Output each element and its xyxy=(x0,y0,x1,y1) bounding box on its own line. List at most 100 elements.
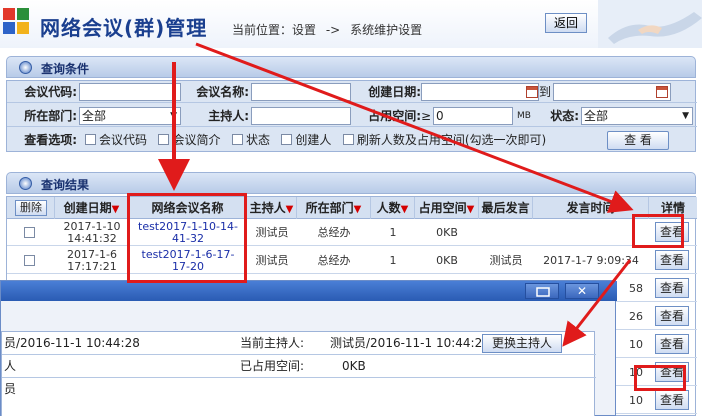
row-dept: 总经办 xyxy=(317,225,351,239)
row-speak-time-partial: 26 xyxy=(629,309,643,323)
col-created[interactable]: 创建日期▼ xyxy=(55,197,129,219)
col-select: 删除 xyxy=(7,197,55,219)
option-creator-checkbox[interactable]: 创建人 xyxy=(281,133,331,147)
annotation-box-name-column xyxy=(127,193,247,283)
breadcrumb: 当前位置：设置 -> 系统维护设置 xyxy=(232,21,428,38)
row-speak-time: 2017-1-7 9:09:34 xyxy=(543,253,639,267)
row-speak-time-partial: 10 xyxy=(629,337,643,351)
host-input[interactable] xyxy=(251,107,351,125)
close-icon[interactable]: ✕ xyxy=(565,283,599,299)
breadcrumb-page: 系统维护设置 xyxy=(350,23,423,37)
row-count: 1 xyxy=(389,225,397,239)
back-button[interactable]: 返回 xyxy=(545,13,587,33)
col-dept[interactable]: 所在部门▼ xyxy=(297,197,371,219)
date-to-input[interactable] xyxy=(553,83,671,101)
date-from-input[interactable] xyxy=(421,83,539,101)
space-label: 占用空间: xyxy=(368,109,421,123)
calendar-to-icon[interactable] xyxy=(656,86,668,98)
row-last: 测试员 xyxy=(489,253,523,267)
maximize-icon[interactable] xyxy=(525,283,559,299)
row-space: 0KB xyxy=(436,253,458,267)
dialog-body: 员/2016-11-1 10:44:28 当前主持人: 测试员/2016-11-… xyxy=(1,331,596,416)
table-row: 2017-1-10 14:41:32 test2017-1-10-14- 41-32… xyxy=(7,219,697,246)
dept-select[interactable]: 全部 xyxy=(79,107,181,125)
option-code-checkbox[interactable]: 会议代码 xyxy=(85,133,147,147)
created-label: 创建日期: xyxy=(368,85,421,99)
sort-arrow-icon: ▼ xyxy=(400,204,409,215)
options-group: 会议代码 会议简介 状态 创建人 刷新人数及占用空间(勾选一次即可) xyxy=(85,129,546,151)
options-label: 查看选项: xyxy=(24,133,77,147)
status-label: 状态: xyxy=(550,109,579,123)
query-section-header: 查询条件 xyxy=(6,56,696,78)
dialog-row-3: 员 xyxy=(2,378,596,401)
page-title: 网络会议(群)管理 xyxy=(40,16,208,40)
sort-arrow-icon: ▼ xyxy=(466,204,475,215)
meeting-name-input[interactable] xyxy=(251,83,351,101)
query-section-title: 查询条件 xyxy=(41,62,90,76)
option-refresh-checkbox[interactable]: 刷新人数及占用空间(勾选一次即可) xyxy=(342,133,546,147)
annotation-box-view-button-2 xyxy=(634,365,686,391)
row-last xyxy=(479,219,533,246)
handshake-banner-icon xyxy=(598,0,702,48)
row-checkbox[interactable] xyxy=(24,227,35,238)
row-checkbox[interactable] xyxy=(24,255,35,266)
row-dept: 总经办 xyxy=(317,253,351,267)
search-button[interactable]: 查 看 xyxy=(607,131,669,150)
section-bullet-icon xyxy=(19,177,32,190)
table-row: 2017-1-6 17:17:21 test2017-1-6-17- 17-20 测… xyxy=(7,247,697,274)
results-section-header: 查询结果 xyxy=(6,172,696,194)
space-unit: MB xyxy=(517,111,531,121)
space-operator: ≥ xyxy=(421,109,432,123)
status-select[interactable]: 全部 xyxy=(581,107,693,125)
query-row-3: 查看选项: 会议代码 会议简介 状态 创建人 刷新人数及占用空间(勾选一次即可)… xyxy=(7,129,697,151)
breadcrumb-arrow: -> xyxy=(325,23,341,37)
host-label: 主持人: xyxy=(208,109,249,123)
code-label: 会议代码: xyxy=(24,85,77,99)
row3-value: 员 xyxy=(4,382,17,396)
change-host-button[interactable]: 更换主持人 xyxy=(482,334,562,353)
row-speak-time-partial: 58 xyxy=(629,281,643,295)
option-status-checkbox[interactable]: 状态 xyxy=(231,133,270,147)
detail-dialog: ✕ 员/2016-11-1 10:44:28 当前主持人: 测试员/2016-1… xyxy=(0,280,617,416)
row-host: 测试员 xyxy=(255,253,289,267)
view-detail-button[interactable]: 查看 xyxy=(655,390,689,410)
row-created: 2017-1-6 17:17:21 xyxy=(67,247,117,273)
current-host-label: 当前主持人: xyxy=(240,336,305,350)
row-created: 2017-1-10 14:41:32 xyxy=(63,219,121,245)
sort-arrow-icon: ▼ xyxy=(353,204,362,215)
col-count[interactable]: 人数▼ xyxy=(371,197,415,219)
row-space: 0KB xyxy=(436,225,458,239)
creator-value: 员/2016-11-1 10:44:28 xyxy=(4,336,140,350)
query-form: 会议代码: 会议名称: 创建日期: 到 所在部门: 全部 主持人: 占用空间: … xyxy=(6,80,697,152)
dialog-row-1: 员/2016-11-1 10:44:28 当前主持人: 测试员/2016-11-… xyxy=(2,332,596,355)
results-section-title: 查询结果 xyxy=(41,178,90,192)
calendar-from-icon[interactable] xyxy=(526,86,538,98)
used-space-label: 已占用空间: xyxy=(240,359,305,373)
col-last: 最后发言 xyxy=(479,197,533,219)
space-input[interactable]: 0 xyxy=(433,107,513,125)
col-host[interactable]: 主持人▼ xyxy=(247,197,297,219)
row-count: 1 xyxy=(389,253,397,267)
delete-button[interactable]: 删除 xyxy=(15,200,47,216)
view-detail-button[interactable]: 查看 xyxy=(655,278,689,298)
members-value: 人 xyxy=(4,359,17,373)
sort-arrow-icon: ▼ xyxy=(111,204,120,215)
name-label: 会议名称: xyxy=(196,85,249,99)
current-host-value: 测试员/2016-11-1 10:44:28 xyxy=(330,336,490,350)
meeting-code-input[interactable] xyxy=(79,83,181,101)
app-logo-icon xyxy=(3,8,29,34)
view-detail-button[interactable]: 查看 xyxy=(655,306,689,326)
query-row-1: 会议代码: 会议名称: 创建日期: 到 xyxy=(7,81,697,103)
view-detail-button[interactable]: 查看 xyxy=(655,250,689,270)
used-space-value: 0KB xyxy=(342,359,366,373)
dialog-row-2: 人 已占用空间: 0KB xyxy=(2,355,596,378)
breadcrumb-current: 当前位置：设置 xyxy=(232,23,317,37)
option-intro-checkbox[interactable]: 会议简介 xyxy=(158,133,220,147)
section-bullet-icon xyxy=(19,61,32,74)
col-space[interactable]: 占用空间▼ xyxy=(415,197,479,219)
view-detail-button[interactable]: 查看 xyxy=(655,334,689,354)
sort-arrow-icon: ▼ xyxy=(285,204,294,215)
table-header: 删除 创建日期▼ 网络会议名称 主持人▼ 所在部门▼ 人数▼ 占用空间▼ 最后发… xyxy=(7,197,697,219)
query-row-2: 所在部门: 全部 主持人: 占用空间: ≥ 0 MB 状态: 全部 xyxy=(7,105,697,127)
dept-label: 所在部门: xyxy=(24,109,77,123)
